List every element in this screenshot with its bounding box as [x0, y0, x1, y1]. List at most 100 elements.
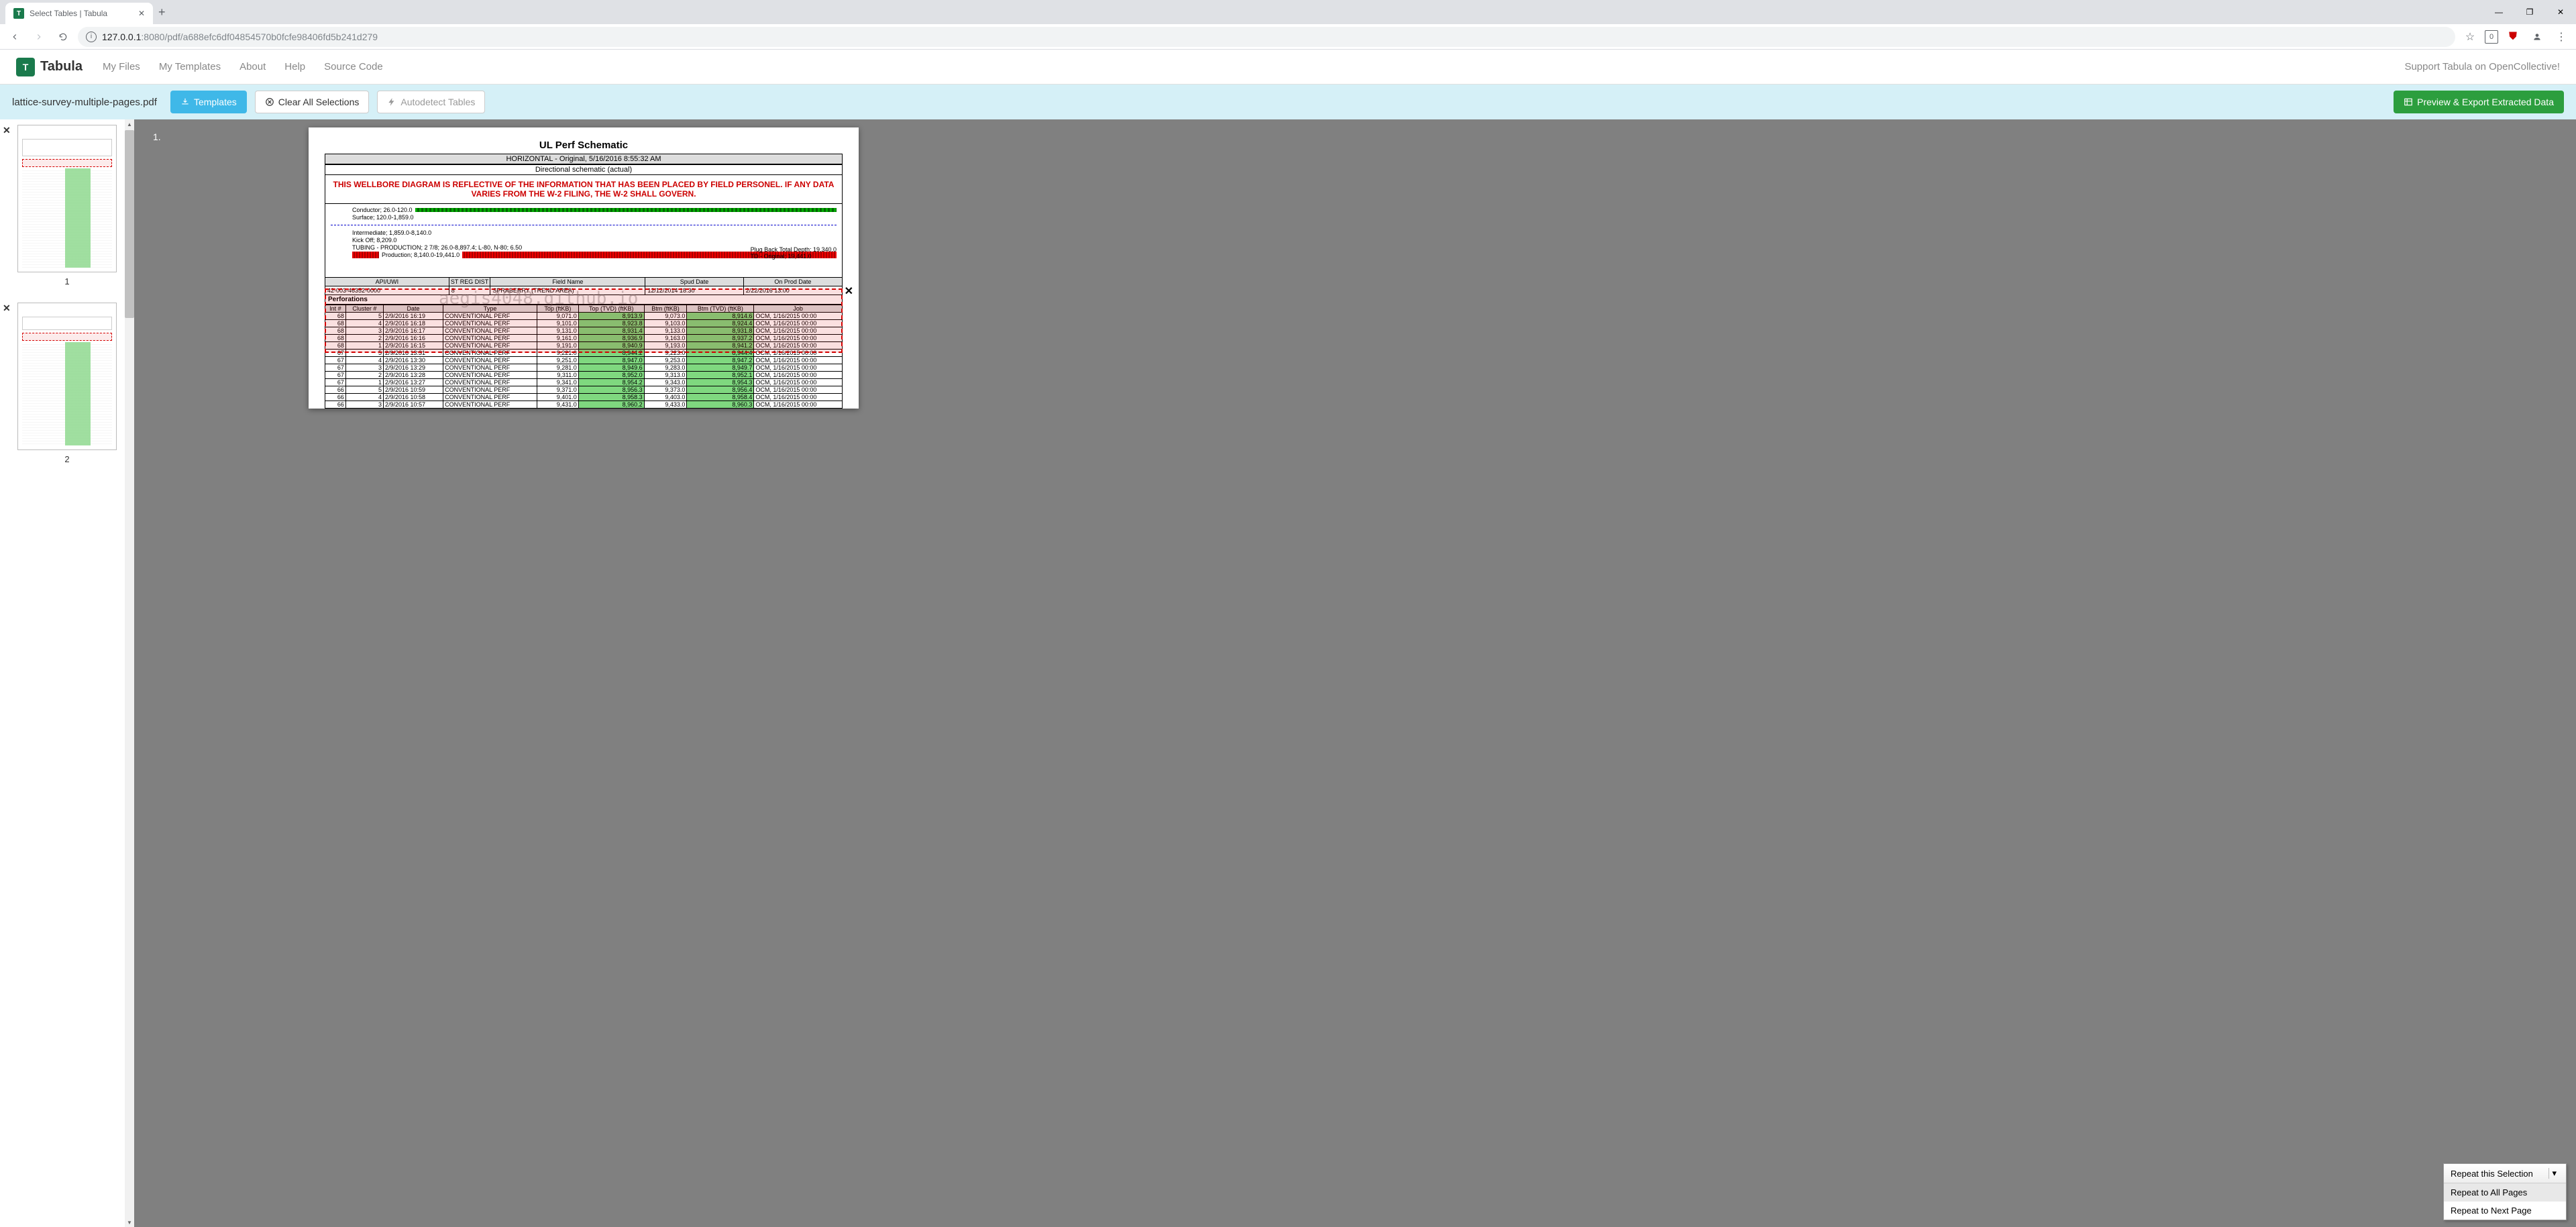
page-title: UL Perf Schematic	[325, 140, 843, 151]
col-top: Top (ftKB)	[537, 305, 579, 313]
autodetect-label: Autodetect Tables	[400, 97, 475, 107]
thumbnail-2-wrap: ✕ 2	[5, 303, 129, 464]
api-value: 42-003-46352-0000	[325, 286, 449, 295]
schem-intermediate: Intermediate; 1,859.0-8,140.0	[352, 229, 431, 236]
tabula-logo-icon: T	[16, 58, 35, 76]
col-job: Job	[754, 305, 843, 313]
export-label: Preview & Export Extracted Data	[2417, 97, 2554, 107]
table-row: 6732/9/2016 13:29CONVENTIONAL PERF9,281.…	[325, 364, 843, 372]
main-area: 1. UL Perf Schematic HORIZONTAL - Origin…	[134, 119, 2576, 1227]
pdf-page[interactable]: UL Perf Schematic HORIZONTAL - Original,…	[309, 127, 859, 409]
reload-button[interactable]	[54, 28, 72, 46]
filename: lattice-survey-multiple-pages.pdf	[12, 97, 157, 108]
header-row: API/UWI42-003-46352-0000 ST REG DIST8 Fi…	[325, 278, 843, 295]
col-type: Type	[443, 305, 537, 313]
col-btm: Btm (ftKB)	[644, 305, 687, 313]
nav-help[interactable]: Help	[284, 61, 305, 72]
prod-label: On Prod Date	[744, 278, 842, 286]
templates-button[interactable]: Templates	[170, 91, 247, 113]
extension-badge-icon[interactable]: 0	[2485, 30, 2498, 44]
table-row: 6832/9/2016 16:17CONVENTIONAL PERF9,131.…	[325, 327, 843, 335]
thumbnail-1-close[interactable]: ✕	[3, 125, 11, 136]
meta-horizontal: HORIZONTAL - Original, 5/16/2016 8:55:32…	[325, 154, 843, 164]
bolt-icon	[387, 97, 396, 107]
table-row: 6712/9/2016 13:27CONVENTIONAL PERF9,341.…	[325, 379, 843, 386]
table-row: 6842/9/2016 16:18CONVENTIONAL PERF9,101.…	[325, 320, 843, 327]
new-tab-button[interactable]: +	[158, 5, 166, 19]
spud-value: 12/12/2014 18:30	[645, 286, 743, 295]
clear-selections-button[interactable]: Clear All Selections	[255, 91, 370, 113]
thumbnail-1-number: 1	[5, 276, 129, 286]
menu-icon[interactable]: ⋮	[2552, 28, 2571, 46]
nav-links: My Files My Templates About Help Source …	[103, 61, 383, 72]
toolbar: lattice-survey-multiple-pages.pdf Templa…	[0, 85, 2576, 119]
field-value: SPRABERRY (TREND AREA)	[490, 286, 645, 295]
minimize-button[interactable]: —	[2483, 0, 2514, 24]
repeat-next-page-item[interactable]: Repeat to Next Page	[2444, 1202, 2566, 1220]
table-row: 6742/9/2016 13:30CONVENTIONAL PERF9,251.…	[325, 357, 843, 364]
dropdown-caret-icon[interactable]: ▾	[2548, 1168, 2559, 1179]
preview-export-button[interactable]: Preview & Export Extracted Data	[2394, 91, 2564, 113]
templates-label: Templates	[194, 97, 237, 107]
col-btmtvd: Btm (TVD) (ftKB)	[687, 305, 754, 313]
scroll-up-arrow[interactable]: ▲	[125, 119, 134, 129]
site-info-icon[interactable]: i	[86, 32, 97, 42]
schem-conductor: Conductor; 26.0-120.0	[352, 207, 413, 213]
thumbnail-2-number: 2	[5, 454, 129, 464]
nav-about[interactable]: About	[239, 61, 266, 72]
thumbnail-1[interactable]	[17, 125, 117, 272]
table-row: 6722/9/2016 13:28CONVENTIONAL PERF9,311.…	[325, 372, 843, 379]
autodetect-button[interactable]: Autodetect Tables	[377, 91, 485, 113]
schem-tubing: TUBING - PRODUCTION; 2 7/8; 26.0-8,897.4…	[352, 244, 522, 251]
nav-my-files[interactable]: My Files	[103, 61, 140, 72]
support-link[interactable]: Support Tabula on OpenCollective!	[2404, 61, 2560, 72]
thumbnail-2-close[interactable]: ✕	[3, 303, 11, 314]
tabula-favicon: T	[13, 8, 24, 19]
sidebar-scrollbar[interactable]: ▲ ▼	[125, 119, 134, 1227]
download-icon	[180, 97, 190, 107]
app-header: T Tabula My Files My Templates About Hel…	[0, 50, 2576, 85]
schem-plug: Plug Back Total Depth; 19,340.0	[751, 246, 837, 253]
thumbnail-1-wrap: ✕ 1	[5, 125, 129, 286]
close-window-button[interactable]: ✕	[2545, 0, 2576, 24]
repeat-selection-button[interactable]: Repeat this Selection ▾	[2444, 1164, 2566, 1183]
tab-title: Select Tables | Tabula	[30, 9, 107, 18]
table-row: 6652/9/2016 10:59CONVENTIONAL PERF9,371.…	[325, 386, 843, 394]
table-row: 6642/9/2016 10:58CONVENTIONAL PERF9,401.…	[325, 394, 843, 401]
table-row: 6822/9/2016 16:16CONVENTIONAL PERF9,161.…	[325, 335, 843, 342]
nav-my-templates[interactable]: My Templates	[159, 61, 221, 72]
table-row: 6812/9/2016 16:15CONVENTIONAL PERF9,191.…	[325, 342, 843, 350]
selection-close-icon[interactable]: ✕	[845, 284, 853, 298]
browser-tab[interactable]: T Select Tables | Tabula ✕	[5, 3, 153, 24]
profile-icon[interactable]	[2528, 28, 2546, 46]
close-tab-icon[interactable]: ✕	[138, 9, 145, 18]
repeat-all-pages-item[interactable]: Repeat to All Pages	[2444, 1183, 2566, 1202]
clear-icon	[265, 97, 274, 107]
back-button[interactable]	[5, 28, 24, 46]
table-row: 6632/9/2016 10:57CONVENTIONAL PERF9,431.…	[325, 401, 843, 409]
tabula-logo[interactable]: T Tabula	[16, 58, 83, 76]
address-bar: i 127.0.0.1:8080/pdf/a688efc6df04854570b…	[0, 24, 2576, 50]
reg-value: 8	[449, 286, 490, 295]
scroll-thumb[interactable]	[125, 130, 134, 318]
col-int: Int #	[325, 305, 346, 313]
nav-source-code[interactable]: Source Code	[324, 61, 383, 72]
page-number-label: 1.	[153, 131, 161, 142]
col-date: Date	[384, 305, 443, 313]
col-toptvd: Top (TVD) (ftKB)	[578, 305, 644, 313]
bookmark-icon[interactable]: ☆	[2461, 28, 2479, 46]
maximize-button[interactable]: ❐	[2514, 0, 2545, 24]
thumbnail-2[interactable]	[17, 303, 117, 450]
forward-button[interactable]	[30, 28, 48, 46]
mcafee-icon[interactable]: ⛊	[2504, 28, 2522, 46]
table-icon	[2404, 97, 2413, 107]
thumbnail-sidebar: ✕ 1 ✕ 2 ▲ ▼	[0, 119, 134, 1227]
scroll-down-arrow[interactable]: ▼	[125, 1218, 134, 1227]
url-host: 127.0.0.1	[102, 32, 141, 42]
brand-name: Tabula	[40, 59, 83, 74]
notice-text: THIS WELLBORE DIAGRAM IS REFLECTIVE OF T…	[325, 176, 842, 203]
table-row: 6852/9/2016 16:19CONVENTIONAL PERF9,071.…	[325, 313, 843, 320]
url-box[interactable]: i 127.0.0.1:8080/pdf/a688efc6df04854570b…	[78, 27, 2455, 47]
url-path: /pdf/a688efc6df04854570b0fcfe98406fd5b24…	[164, 32, 378, 42]
repeat-selection-label: Repeat this Selection	[2451, 1169, 2533, 1179]
